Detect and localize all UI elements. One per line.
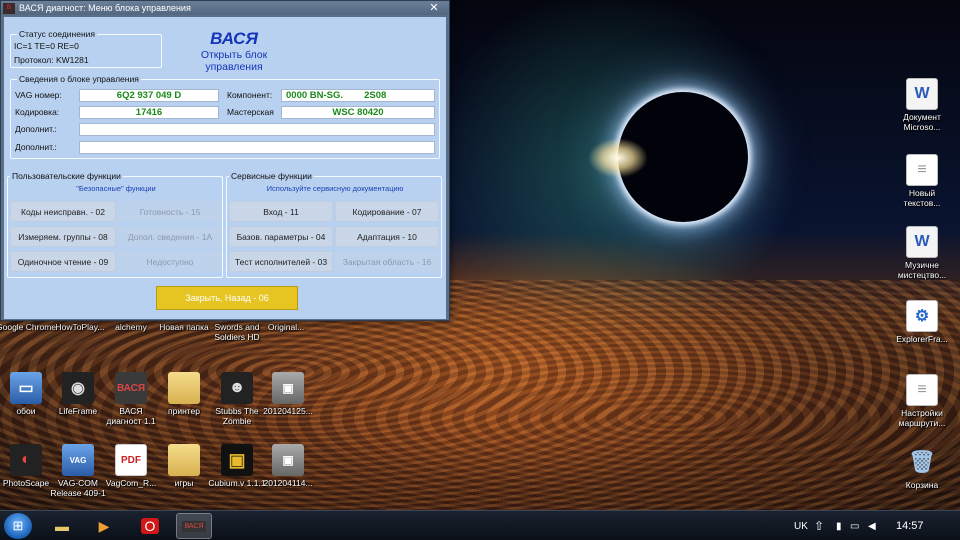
window-titlebar[interactable]: В ВАСЯ диагност: Меню блока управления ✕ — [1, 1, 449, 15]
monitor-icon: ▭ — [10, 372, 42, 404]
volume-icon[interactable]: ◀ — [868, 511, 876, 540]
upload-arrow-icon[interactable]: ⇧ — [814, 511, 824, 540]
folder-icon — [168, 444, 200, 476]
language-indicator[interactable]: UK — [794, 511, 808, 540]
media-player-icon: ▶ — [98, 517, 110, 534]
output-tests-button[interactable]: Тест исполнителей - 03 — [229, 251, 333, 272]
opera-icon: O — [140, 518, 160, 534]
ecu-info-group: Сведения о блоке управления VAG номер: 6… — [10, 74, 440, 159]
zombie-game-icon: ☻ — [221, 372, 253, 404]
vasya-app-icon: В — [3, 2, 15, 14]
service-functions-hint: Используйте сервисную документацию — [266, 184, 404, 193]
desktop-icon-vagcom-pdf[interactable]: PDF VagCom_R... — [101, 444, 161, 488]
text-file-icon: ≡ — [906, 154, 938, 186]
wallpaper-sun-flare — [588, 138, 648, 178]
window-title: ВАСЯ диагност: Меню блока управления — [19, 3, 191, 13]
start-button[interactable]: ⊞ — [4, 513, 32, 539]
single-reading-button[interactable]: Одиночное чтение - 09 — [10, 251, 116, 272]
word-doc-icon: W — [906, 78, 938, 110]
brand-title: ВАСЯ — [210, 29, 258, 48]
text-file-icon: ≡ — [906, 374, 938, 406]
vasya-window: В ВАСЯ диагност: Меню блока управления ✕… — [0, 0, 450, 321]
component-label: Компонент: — [227, 90, 273, 100]
coding-field[interactable]: 17416 — [79, 106, 219, 119]
desktop-icon-routing-settings[interactable]: ≡ Настройки маршрути... — [892, 374, 952, 428]
vasya-app-icon: ВАСЯ — [115, 372, 147, 404]
close-icon[interactable]: ✕ — [423, 1, 445, 14]
protocol-label: Протокол: KW1281 — [14, 55, 89, 65]
recycle-bin-icon: 🗑 — [908, 449, 936, 474]
pdf-file-icon: PDF — [115, 444, 147, 476]
window-client-area: Статус соединения IC=1 TE=0 RE=0 Протоко… — [4, 17, 446, 319]
folder-icon — [168, 372, 200, 404]
desktop-icon-recycle-bin[interactable]: 🗑 Корзина — [892, 446, 952, 490]
photoscape-icon: ◐ — [10, 444, 42, 476]
basic-settings-button[interactable]: Базов. параметры - 04 — [229, 226, 333, 247]
readiness-button[interactable]: Готовность - 15 — [118, 201, 222, 222]
desktop-icon-new-text[interactable]: ≡ Новый текстов... — [892, 154, 952, 208]
advanced-info-button[interactable]: Допол. сведения - 1А — [118, 226, 222, 247]
vag-number-field[interactable]: 6Q2 937 049 D — [79, 89, 219, 102]
media-file-icon: ▣ — [272, 444, 304, 476]
connection-status-group: Статус соединения IC=1 TE=0 RE=0 Протоко… — [10, 29, 162, 68]
user-functions-hint: "Безопасные" функции — [76, 184, 156, 193]
ecu-info-title: Сведения о блоке управления — [17, 74, 141, 85]
desktop-icon-new-folder[interactable]: Новая папка — [154, 322, 214, 332]
desktop-icon-original[interactable]: Original... — [256, 322, 316, 332]
desktop-icon-printer[interactable]: принтер — [154, 372, 214, 416]
taskbar-vasya[interactable]: ВАСЯ — [176, 513, 212, 539]
security-access-button[interactable]: Закрытая область - 16 — [335, 251, 439, 272]
page-subtitle: Открыть блок управления — [200, 49, 268, 73]
desktop-icon-games-folder[interactable]: игры — [154, 444, 214, 488]
unavailable-button[interactable]: Недоступно — [118, 251, 222, 272]
camera-icon: ◉ — [62, 372, 94, 404]
user-functions-group: Пользовательские функции "Безопасные" фу… — [7, 171, 223, 278]
vag-number-label: VAG номер: — [15, 90, 62, 100]
workshop-label: Мастерская — [227, 107, 274, 117]
user-functions-title: Пользовательские функции — [10, 171, 123, 182]
desktop-icon-lifeframe[interactable]: ◉ LifeFrame — [48, 372, 108, 416]
desktop-icon-alchemy[interactable]: alchemy — [101, 322, 161, 332]
adaptation-button[interactable]: Адаптация - 10 — [335, 226, 439, 247]
tray-app-icon[interactable]: ▮ — [836, 511, 842, 540]
login-button[interactable]: Вход - 11 — [229, 201, 333, 222]
coding-button[interactable]: Кодирование - 07 — [335, 201, 439, 222]
desktop-icon-vasya-diagnost[interactable]: ВАСЯ ВАСЯ диагност 1.1 — [101, 372, 161, 426]
coding-label: Кодировка: — [15, 107, 60, 117]
explorer-icon: ⚙ — [906, 300, 938, 332]
media-file-icon: ▣ — [272, 372, 304, 404]
taskbar-explorer[interactable]: ▬ — [44, 513, 80, 539]
folder-icon: ▬ — [55, 518, 69, 534]
desktop-icon-explorer[interactable]: ⚙ ExplorerFra... — [892, 300, 952, 344]
desktop-icon-media-2[interactable]: ▣ 201204114... — [258, 444, 318, 488]
cubium-icon: ▣ — [221, 444, 253, 476]
service-functions-group: Сервисные функции Используйте сервисную … — [226, 171, 442, 278]
vasya-app-icon: ВАСЯ — [182, 520, 206, 532]
windows-logo-icon: ⊞ — [12, 518, 24, 533]
desktop-icon-chrome[interactable]: Google Chrome — [0, 322, 56, 332]
clock[interactable]: 14:57 — [896, 520, 924, 532]
vag-com-icon: VAG — [62, 444, 94, 476]
desktop-icon-vag-com[interactable]: VAG VAG-COM Release 409-1 — [48, 444, 108, 498]
workshop-field[interactable]: WSC 80420 — [281, 106, 435, 119]
extra-info-label-1: Дополнит.: — [15, 124, 57, 134]
service-functions-title: Сервисные функции — [229, 171, 314, 182]
desktop-icon-music-doc[interactable]: W Музичне мистецтво... — [892, 226, 952, 280]
extra-info-field-1[interactable] — [79, 123, 435, 136]
battery-icon[interactable]: ▭ — [850, 511, 859, 540]
connection-counters: IC=1 TE=0 RE=0 — [14, 41, 79, 51]
taskbar-opera[interactable]: O — [132, 513, 168, 539]
word-doc-icon: W — [906, 226, 938, 258]
fault-codes-button[interactable]: Коды неисправн. - 02 — [10, 201, 116, 222]
close-back-button[interactable]: Закрыть, Назад - 06 — [156, 286, 298, 310]
connection-status-title: Статус соединения — [17, 29, 98, 40]
measuring-blocks-button[interactable]: Измеряем. группы - 08 — [10, 226, 116, 247]
taskbar-media-player[interactable]: ▶ — [86, 513, 122, 539]
extra-info-field-2[interactable] — [79, 141, 435, 154]
desktop-icon-media-1[interactable]: ▣ 201204125... — [258, 372, 318, 416]
component-field[interactable]: 0000 BN-SG. 2S08 — [281, 89, 435, 102]
extra-info-label-2: Дополнит.: — [15, 142, 57, 152]
desktop-icon-word-doc[interactable]: W Документ Microso... — [892, 78, 952, 132]
taskbar: ⊞ ▬ ▶ O ВАСЯ UK ⇧ ▮ ▭ ◀ 14:57 — [0, 510, 960, 540]
